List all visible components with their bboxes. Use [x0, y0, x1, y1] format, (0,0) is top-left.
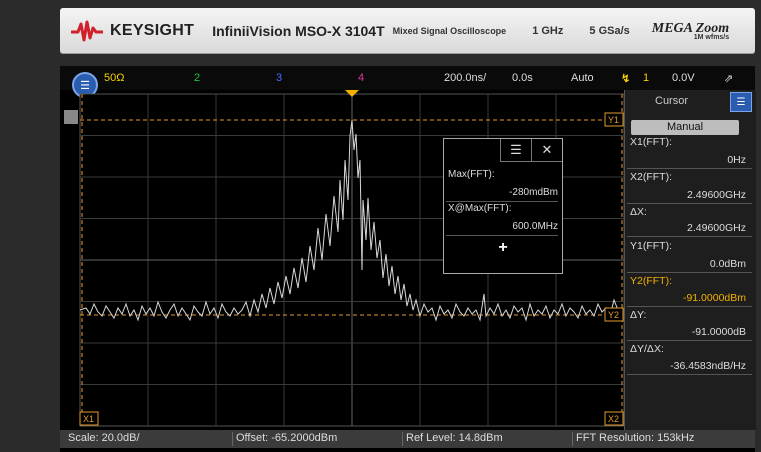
x2-value[interactable]: 2.49600GHz — [687, 189, 746, 201]
popup-separator — [446, 201, 558, 202]
megazoom-subtext: 1M wfms/s — [693, 34, 730, 41]
cursor-x2-tag-text: X2 — [608, 414, 619, 424]
brand-name: KEYSIGHT — [110, 22, 195, 39]
model-name: InfiniiVision MSO-X 3104T — [212, 23, 385, 39]
delta-y-over-delta-x-value: -36.4583ndB/Hz — [670, 360, 746, 372]
popup-separator-2 — [446, 235, 558, 236]
xmax-fft-label: X@Max(FFT): — [448, 203, 512, 214]
bandwidth-spec: 1 GHz — [532, 25, 564, 37]
cursor-panel-menu-button[interactable]: ☰ — [730, 92, 752, 112]
fft-resolution: FFT Resolution: 153kHz — [576, 432, 695, 444]
popup-toolbar: ☰ ✕ — [500, 139, 562, 162]
x2-label: X2(FFT): — [630, 171, 672, 183]
keysight-wave-icon — [71, 20, 103, 42]
fft-ref-level[interactable]: Ref Level: 14.8dBm — [402, 432, 573, 446]
delta-y-value: -91.0000dB — [691, 326, 746, 338]
channel-4-label[interactable]: 4 — [358, 72, 364, 84]
channel-2-label[interactable]: 2 — [194, 72, 200, 84]
scope-display: 50Ω 2 3 4 200.0ns/ 0.0s Auto ↯ 1 0.0V ⇗ … — [60, 66, 756, 452]
channel-1-label[interactable]: 50Ω — [104, 72, 124, 84]
list-icon: ☰ — [510, 142, 522, 157]
close-icon: ✕ — [541, 142, 553, 157]
row-separator — [627, 340, 752, 341]
row-separator — [627, 236, 752, 237]
delta-y-label: ΔY: — [630, 309, 647, 321]
row-separator — [627, 168, 752, 169]
add-measurement-icon[interactable]: + — [448, 239, 558, 257]
channel-3-label[interactable]: 3 — [276, 72, 282, 84]
x1-value[interactable]: 0Hz — [727, 154, 746, 166]
trigger-mode[interactable]: Auto — [571, 72, 594, 84]
cursor-panel-title: Cursor — [655, 95, 689, 107]
ground-marker — [64, 110, 78, 124]
x1-label: X1(FFT): — [630, 136, 672, 148]
row-separator — [627, 272, 752, 273]
xmax-fft-value: 600.0MHz — [512, 221, 558, 232]
delay-readout[interactable]: 0.0s — [512, 72, 533, 84]
acquire-icon[interactable]: ⇗ — [724, 72, 733, 85]
cursor-y2-tag-text: Y2 — [608, 310, 619, 320]
fft-offset[interactable]: Offset: -65.2000dBm — [232, 432, 403, 446]
status-bar: 50Ω 2 3 4 200.0ns/ 0.0s Auto ↯ 1 0.0V ⇗ — [60, 66, 755, 90]
max-fft-value: -280mdBm — [509, 187, 558, 198]
y2-value[interactable]: -91.0000dBm — [683, 292, 746, 304]
sample-rate-spec: 5 GSa/s — [589, 25, 630, 37]
row-separator — [627, 306, 752, 307]
y2-label: Y2(FFT): — [630, 275, 672, 287]
y1-label: Y1(FFT): — [630, 240, 672, 252]
fft-info-bar: Scale: 20.0dB/ Offset: -65.2000dBm Ref L… — [60, 430, 755, 448]
max-fft-label: Max(FFT): — [448, 169, 495, 180]
delta-y-over-delta-x-label: ΔY/ΔX: — [630, 343, 664, 355]
timebase-readout[interactable]: 200.0ns/ — [444, 72, 486, 84]
row-separator — [627, 374, 752, 375]
cursor-sidebar: Cursor ☰ Manual X1(FFT): 0Hz X2(FFT): 2.… — [624, 90, 756, 430]
cursor-panel-header: Cursor ☰ — [625, 90, 756, 112]
popup-menu-button[interactable]: ☰ — [500, 139, 531, 162]
fft-measurement-popup: ☰ ✕ Max(FFT): -280mdBm X@Max(FFT): 600.0… — [443, 138, 563, 274]
megazoom-logo: MEGA Zoom 1M wfms/s — [652, 21, 729, 41]
list-icon: ☰ — [736, 96, 746, 108]
delta-x-label: ΔX: — [630, 206, 647, 218]
brand: KEYSIGHT — [70, 20, 194, 42]
trigger-edge-icon: ↯ — [621, 73, 631, 85]
row-separator — [627, 203, 752, 204]
trigger-source[interactable]: 1 — [643, 72, 649, 84]
cursor-x1-tag-text: X1 — [83, 414, 94, 424]
delta-x-value: 2.49600GHz — [687, 222, 746, 234]
instrument-header: KEYSIGHT InfiniiVision MSO-X 3104T Mixed… — [60, 8, 755, 54]
popup-close-button[interactable]: ✕ — [531, 139, 562, 162]
model-subtitle: Mixed Signal Oscilloscope — [392, 26, 507, 36]
y1-value[interactable]: 0.0dBm — [710, 258, 746, 270]
fft-scale[interactable]: Scale: 20.0dB/ — [64, 432, 233, 446]
cursor-mode-button[interactable]: Manual — [631, 120, 739, 135]
trigger-level[interactable]: 0.0V — [672, 72, 695, 84]
cursor-y1-tag-text: Y1 — [608, 115, 619, 125]
